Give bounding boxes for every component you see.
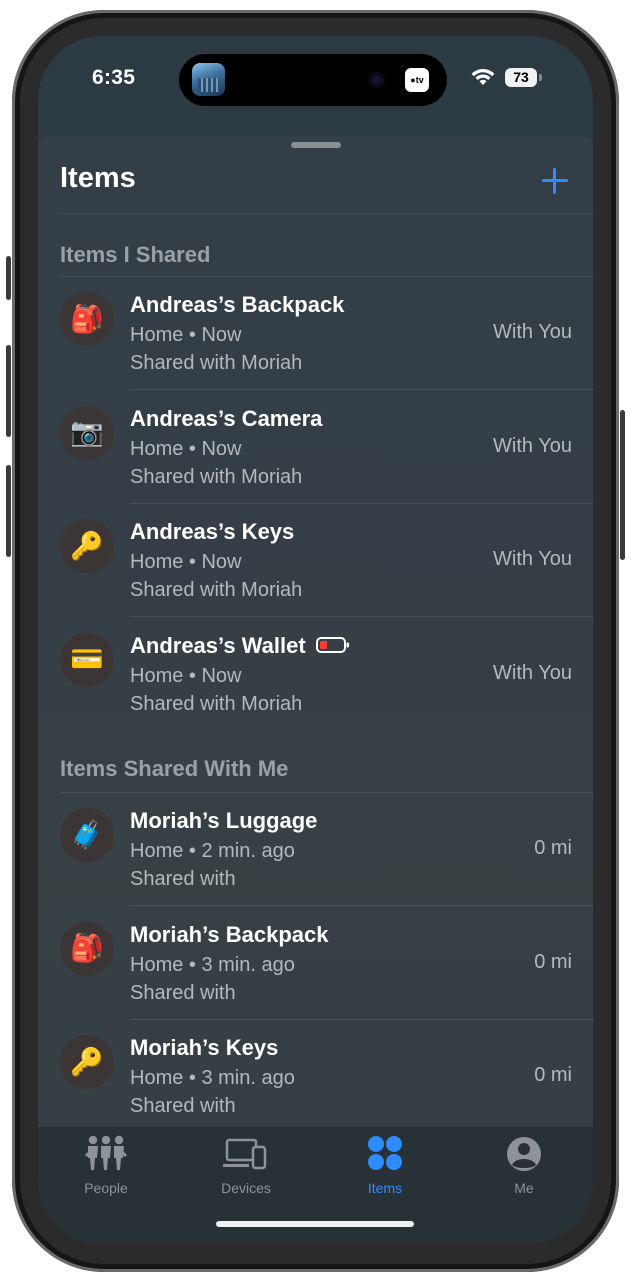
key-icon: 🔑 bbox=[60, 519, 114, 573]
item-shared-with: Shared with Moriah bbox=[130, 579, 303, 601]
devices-icon bbox=[223, 1138, 267, 1170]
power-button bbox=[620, 410, 625, 560]
volume-down-button bbox=[6, 465, 11, 557]
status-time: 6:35 bbox=[92, 66, 136, 89]
item-emoji: 🎒 bbox=[70, 303, 104, 334]
low-battery-icon bbox=[315, 636, 349, 653]
item-shared-with: Shared with bbox=[130, 1095, 236, 1117]
red-backpack-icon: 🎒 bbox=[60, 921, 114, 976]
tab-label: Devices bbox=[221, 1180, 271, 1196]
item-shared-with: Shared with bbox=[130, 981, 236, 1004]
home-indicator[interactable] bbox=[216, 1221, 414, 1227]
item-shared-with: Shared with Moriah bbox=[130, 692, 303, 715]
apple-tv-icon[interactable]: ●tv bbox=[405, 68, 429, 92]
item-name: Moriah’s Backpack bbox=[130, 921, 329, 947]
screen: 6:35 ●tv 73 Items Items I Shared 🎒 Andre… bbox=[38, 36, 593, 1244]
page-title: Items bbox=[60, 162, 136, 194]
tab-devices[interactable]: Devices bbox=[191, 1135, 301, 1196]
item-emoji: 🔑 bbox=[70, 530, 104, 561]
tab-people[interactable]: People bbox=[51, 1135, 161, 1196]
battery-icon: 73 bbox=[505, 68, 537, 87]
item-status: 0 mi bbox=[534, 950, 572, 973]
item-location: Home • 2 min. ago bbox=[130, 840, 295, 862]
item-name-wrap: Andreas’s Camera bbox=[130, 406, 322, 432]
item-location: Home • Now bbox=[130, 664, 242, 687]
item-location: Home • Now bbox=[130, 551, 242, 573]
wifi-icon bbox=[471, 69, 495, 85]
item-status: With You bbox=[493, 434, 572, 457]
item-emoji: 📷 bbox=[70, 417, 104, 447]
header-divider bbox=[60, 213, 593, 214]
section-title-items-shared: Items I Shared bbox=[60, 242, 211, 267]
red-backpack-icon: 🎒 bbox=[60, 292, 114, 346]
wallet-card-icon: 💳 bbox=[60, 632, 114, 687]
item-emoji: 💳 bbox=[70, 644, 104, 674]
live-activity-app-icon[interactable] bbox=[192, 63, 225, 96]
item-status: 0 mi bbox=[534, 837, 572, 859]
item-location: Home • 3 min. ago bbox=[130, 953, 295, 976]
item-status: With You bbox=[493, 661, 572, 684]
items-grid-icon bbox=[368, 1136, 402, 1170]
key-icon: 🔑 bbox=[60, 1035, 114, 1089]
sheet-grabber[interactable] bbox=[291, 142, 341, 148]
people-icon bbox=[85, 1135, 127, 1170]
item-name: Andreas’s Backpack bbox=[130, 292, 345, 317]
add-item-button[interactable] bbox=[538, 164, 572, 198]
item-shared-with: Shared with bbox=[130, 868, 236, 890]
item-row[interactable]: 📷 Andreas’s Camera Home • Now Shared wit… bbox=[38, 391, 593, 504]
item-name-wrap: Moriah’s Luggage bbox=[130, 808, 317, 834]
action-button bbox=[6, 256, 11, 300]
volume-up-button bbox=[6, 345, 11, 437]
item-row[interactable]: 🧳 Moriah’s Luggage Home • 2 min. ago Sha… bbox=[38, 793, 593, 906]
item-emoji: 🧳 bbox=[70, 819, 104, 850]
status-bar: 6:35 ●tv 73 bbox=[38, 36, 593, 108]
items-sheet: Items Items I Shared 🎒 Andreas’s Backpac… bbox=[38, 136, 593, 1244]
item-location: Home • 3 min. ago bbox=[130, 1067, 295, 1089]
item-location: Home • Now bbox=[130, 437, 242, 460]
camera-icon: 📷 bbox=[60, 405, 114, 460]
item-location: Home • Now bbox=[130, 324, 242, 346]
item-emoji: 🎒 bbox=[70, 933, 104, 963]
item-name-wrap: Moriah’s Backpack bbox=[130, 922, 329, 948]
item-status: 0 mi bbox=[534, 1064, 572, 1086]
item-name-wrap: Moriah’s Keys bbox=[130, 1035, 278, 1061]
item-name: Andreas’s Wallet bbox=[130, 632, 306, 658]
dynamic-island[interactable]: ●tv bbox=[179, 54, 447, 106]
luggage-icon: 🧳 bbox=[60, 808, 114, 862]
item-row[interactable]: 🔑 Moriah’s Keys Home • 3 min. ago Shared… bbox=[38, 1020, 593, 1133]
item-name: Moriah’s Keys bbox=[130, 1035, 279, 1060]
tab-label: Me bbox=[514, 1180, 534, 1196]
item-shared-with: Shared with Moriah bbox=[130, 465, 303, 488]
item-status: With You bbox=[493, 321, 572, 343]
item-name: Andreas’s Camera bbox=[130, 405, 323, 431]
item-row[interactable]: 🔑 Andreas’s Keys Home • Now Shared with … bbox=[38, 504, 593, 617]
tab-label: People bbox=[84, 1180, 128, 1196]
front-camera-icon bbox=[369, 72, 385, 88]
person-circle-icon bbox=[507, 1137, 541, 1171]
item-name-wrap: Andreas’s Keys bbox=[130, 519, 294, 545]
item-emoji: 🔑 bbox=[70, 1046, 104, 1077]
item-row[interactable]: 🎒 Andreas’s Backpack Home • Now Shared w… bbox=[38, 277, 593, 390]
tab-items[interactable]: Items bbox=[330, 1135, 440, 1196]
section-title-shared-with-me: Items Shared With Me bbox=[60, 756, 289, 781]
item-name: Andreas’s Keys bbox=[130, 519, 295, 544]
item-row[interactable]: 💳 Andreas’s Wallet Home • Now Shared wit… bbox=[38, 618, 593, 731]
item-status: With You bbox=[493, 548, 572, 570]
item-row[interactable]: 🎒 Moriah’s Backpack Home • 3 min. ago Sh… bbox=[38, 907, 593, 1020]
item-name-wrap: Andreas’s Wallet bbox=[130, 633, 350, 659]
tab-label: Items bbox=[367, 1180, 403, 1196]
item-name: Moriah’s Luggage bbox=[130, 808, 318, 833]
battery-nub bbox=[539, 74, 542, 81]
item-shared-with: Shared with Moriah bbox=[130, 352, 303, 374]
tab-me[interactable]: Me bbox=[469, 1135, 579, 1196]
item-name-wrap: Andreas’s Backpack bbox=[130, 292, 344, 318]
